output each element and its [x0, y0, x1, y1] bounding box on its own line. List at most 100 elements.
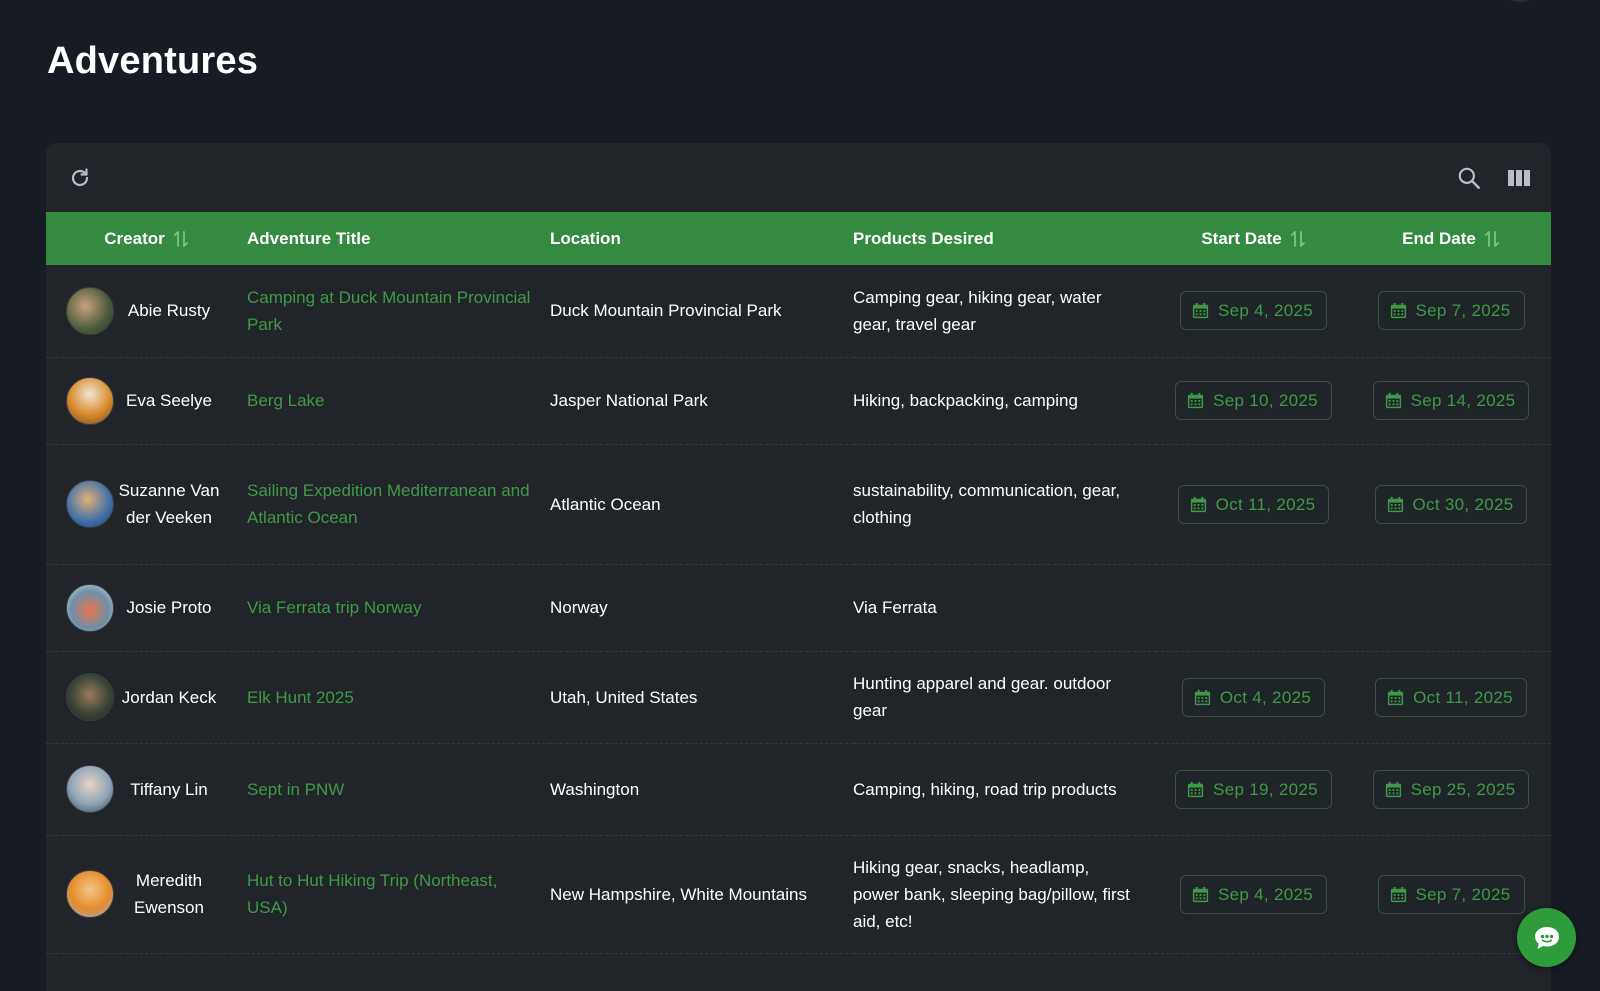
products-text: Hiking gear, snacks, headlamp, power ban…: [853, 857, 1130, 931]
end-date-chip[interactable]: Sep 7, 2025: [1377, 291, 1525, 331]
calendar-icon: [1385, 392, 1401, 409]
view-columns-icon: [1508, 170, 1530, 186]
column-header-products[interactable]: Products Desired: [853, 212, 1156, 265]
end-date-cell: [1351, 564, 1551, 651]
start-date-chip[interactable]: Sep 10, 2025: [1175, 381, 1332, 420]
products-cell: Camping, hiking, road trip products: [853, 743, 1156, 835]
avatar[interactable]: [66, 376, 114, 425]
adventure-title-link[interactable]: Sailing Expedition Mediterranean and Atl…: [247, 477, 550, 531]
location-text: Norway: [550, 598, 608, 617]
adventure-title-link[interactable]: Hut to Hut Hiking Trip (Northeast, USA): [247, 867, 550, 921]
user-avatar[interactable]: [1500, 0, 1540, 2]
avatar[interactable]: [66, 765, 114, 813]
creator-name[interactable]: Eva Seelye: [114, 387, 220, 414]
creator-name[interactable]: Josie Proto: [114, 594, 220, 621]
location-cell: Utah, United States: [550, 651, 853, 743]
adventure-title-link[interactable]: Via Ferrata trip Norway: [247, 594, 550, 621]
column-header-location[interactable]: Location: [550, 212, 853, 265]
calendar-icon: [1385, 781, 1401, 797]
end-date-chip[interactable]: Sep 14, 2025: [1372, 381, 1530, 420]
table-row[interactable]: Josie Proto Via Ferrata trip Norway Norw…: [46, 564, 1551, 651]
calendar-icon: [1390, 303, 1406, 319]
title-cell: Elk Hunt 2025: [247, 651, 550, 743]
creator-name[interactable]: Jordan Keck: [114, 684, 220, 711]
table-header-row: Creator Adventure Title Location Product…: [46, 212, 1551, 265]
calendar-icon: [1390, 886, 1406, 902]
column-header-creator[interactable]: Creator: [46, 212, 247, 265]
products-cell: Via Ferrata: [853, 564, 1156, 651]
start-date-chip[interactable]: Sep 19, 2025: [1175, 769, 1332, 809]
search-button[interactable]: [1454, 163, 1484, 193]
end-date-text: Oct 30, 2025: [1412, 494, 1514, 514]
start-date-cell: Sep 4, 2025: [1156, 835, 1351, 953]
table-row[interactable]: Jordan Keck Elk Hunt 2025 Utah, United S…: [46, 651, 1551, 743]
start-date-text: Sep 10, 2025: [1213, 391, 1318, 410]
table-row[interactable]: Eva Seelye Berg Lake Jasper National Par…: [46, 357, 1551, 444]
table-row[interactable]: Meredith Ewenson Hut to Hut Hiking Trip …: [46, 835, 1551, 953]
column-header-start-date[interactable]: Start Date: [1156, 212, 1351, 265]
start-date-chip[interactable]: Oct 4, 2025: [1181, 677, 1326, 717]
avatar[interactable]: [66, 583, 114, 632]
avatar[interactable]: [66, 673, 114, 721]
start-date-cell: Sep 4, 2025: [1156, 265, 1351, 357]
avatar[interactable]: [66, 286, 114, 335]
end-date-cell: Sep 25, 2025: [1351, 743, 1551, 835]
start-date-chip[interactable]: Sep 4, 2025: [1180, 874, 1327, 914]
chat-button[interactable]: [1517, 908, 1576, 967]
column-header-label: Creator: [104, 228, 165, 248]
start-date-cell: Sep 10, 2025: [1156, 357, 1351, 444]
products-cell: Hunting apparel and gear. outdoor gear: [853, 651, 1156, 743]
adventure-title-link[interactable]: Camping at Duck Mountain Provincial Park: [247, 284, 550, 338]
products-cell: Hiking, backpacking, camping: [853, 357, 1156, 444]
location-cell: Washington: [550, 743, 853, 835]
creator-cell: Jordan Keck: [46, 651, 247, 743]
end-date-text: Sep 25, 2025: [1410, 779, 1516, 799]
products-text: sustainability, communication, gear, clo…: [853, 481, 1121, 527]
end-date-cell: Sep 14, 2025: [1351, 357, 1551, 444]
adventures-table: Creator Adventure Title Location Product…: [46, 212, 1551, 954]
end-date-cell: Oct 11, 2025: [1351, 651, 1551, 743]
adventures-table-card: Creator Adventure Title Location Product…: [46, 143, 1551, 991]
end-date-chip[interactable]: Oct 30, 2025: [1374, 484, 1528, 524]
creator-cell: Tiffany Lin: [46, 743, 247, 835]
location-cell: Duck Mountain Provincial Park: [550, 265, 853, 357]
end-date-chip[interactable]: Oct 11, 2025: [1375, 677, 1527, 717]
products-text: Hiking, backpacking, camping: [853, 391, 1078, 410]
table-row[interactable]: Abie Rusty Camping at Duck Mountain Prov…: [46, 265, 1551, 357]
creator-name[interactable]: Tiffany Lin: [114, 776, 220, 803]
creator-name[interactable]: Suzanne Van der Veeken: [114, 477, 220, 531]
view-columns-button[interactable]: [1504, 163, 1534, 193]
start-date-text: Sep 4, 2025: [1218, 301, 1313, 321]
end-date-text: Sep 14, 2025: [1410, 391, 1516, 410]
adventure-title-link[interactable]: Sept in PNW: [247, 776, 550, 803]
end-date-chip[interactable]: Sep 25, 2025: [1372, 769, 1530, 809]
start-date-cell: [1156, 564, 1351, 651]
start-date-text: Oct 4, 2025: [1219, 687, 1312, 707]
end-date-chip[interactable]: Sep 7, 2025: [1377, 874, 1525, 914]
column-header-end-date[interactable]: End Date: [1351, 212, 1551, 265]
location-cell: New Hampshire, White Mountains: [550, 835, 853, 953]
column-header-title[interactable]: Adventure Title: [247, 212, 550, 265]
calendar-icon: [1388, 689, 1404, 705]
location-text: New Hampshire, White Mountains: [550, 884, 807, 904]
adventure-title-link[interactable]: Elk Hunt 2025: [247, 684, 550, 711]
products-text: Hunting apparel and gear. outdoor gear: [853, 674, 1112, 720]
avatar[interactable]: [66, 480, 114, 528]
title-cell: Sept in PNW: [247, 743, 550, 835]
avatar[interactable]: [66, 870, 114, 918]
location-cell: Jasper National Park: [550, 357, 853, 444]
end-date-cell: Sep 7, 2025: [1351, 265, 1551, 357]
table-row[interactable]: Tiffany Lin Sept in PNW Washington Campi…: [46, 743, 1551, 835]
title-cell: Berg Lake: [247, 357, 550, 444]
creator-name[interactable]: Meredith Ewenson: [114, 867, 220, 921]
title-cell: Camping at Duck Mountain Provincial Park: [247, 265, 550, 357]
start-date-chip[interactable]: Sep 4, 2025: [1180, 291, 1327, 331]
products-text: Via Ferrata: [853, 598, 937, 617]
adventure-title-link[interactable]: Berg Lake: [247, 387, 550, 414]
start-date-chip[interactable]: Oct 11, 2025: [1177, 484, 1330, 524]
table-row[interactable]: Suzanne Van der Veeken Sailing Expeditio…: [46, 444, 1551, 564]
creator-name[interactable]: Abie Rusty: [114, 297, 220, 324]
location-text: Washington: [550, 779, 640, 799]
refresh-button[interactable]: [65, 163, 95, 193]
location-text: Utah, United States: [550, 687, 698, 707]
